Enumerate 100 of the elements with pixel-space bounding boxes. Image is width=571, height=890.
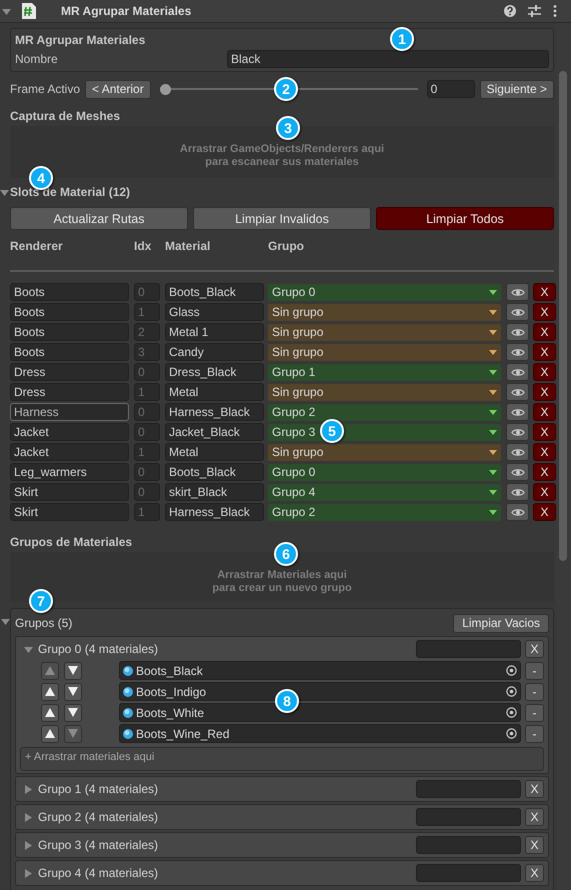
delete-group-button[interactable]: X <box>525 836 544 854</box>
material-field[interactable]: Metal 1 <box>165 323 264 341</box>
move-down-button[interactable] <box>64 682 82 700</box>
foldout-arrow-icon[interactable] <box>24 868 33 878</box>
visibility-button[interactable] <box>506 463 529 481</box>
foldout-arrow-icon[interactable] <box>2 6 11 16</box>
remove-button[interactable]: - <box>525 704 544 722</box>
visibility-button[interactable] <box>506 323 529 341</box>
material-field[interactable]: Boots_Black <box>165 283 264 301</box>
material-field[interactable]: Boots_Black <box>119 661 521 680</box>
foldout-arrow-icon[interactable] <box>24 644 33 654</box>
material-field[interactable]: Dress_Black <box>165 363 264 381</box>
delete-button[interactable]: X <box>533 483 556 501</box>
more-options-icon[interactable] <box>553 5 557 17</box>
remove-button[interactable]: - <box>525 682 544 700</box>
group-dropdown[interactable]: Grupo 1 <box>268 364 501 380</box>
material-field[interactable]: Boots_Black <box>165 463 264 481</box>
delete-button[interactable]: X <box>533 383 556 401</box>
renderer-field[interactable]: Skirt <box>10 483 129 501</box>
material-field[interactable]: skirt_Black <box>165 483 264 501</box>
delete-button[interactable]: X <box>533 323 556 341</box>
material-field[interactable]: Harness_Black <box>165 403 264 421</box>
foldout-arrow-icon[interactable] <box>0 188 9 196</box>
delete-button[interactable]: X <box>533 503 556 521</box>
slider-thumb[interactable] <box>160 84 171 94</box>
foldout-arrow-icon[interactable] <box>24 840 33 850</box>
group-dropdown[interactable]: Grupo 2 <box>268 504 501 520</box>
object-picker-icon[interactable] <box>506 728 517 739</box>
delete-group-button[interactable]: X <box>525 864 544 882</box>
previous-button[interactable]: < Anterior <box>85 80 151 98</box>
visibility-button[interactable] <box>506 383 529 401</box>
group-dropdown[interactable]: Sin grupo <box>268 344 501 360</box>
object-picker-icon[interactable] <box>506 665 517 676</box>
foldout-arrow-icon[interactable] <box>24 784 33 794</box>
delete-group-button[interactable]: X <box>525 640 544 658</box>
visibility-button[interactable] <box>506 403 529 421</box>
visibility-button[interactable] <box>506 343 529 361</box>
remove-button[interactable]: - <box>525 724 544 742</box>
delete-group-button[interactable]: X <box>525 780 544 798</box>
help-icon[interactable] <box>504 5 516 17</box>
renderer-field[interactable]: Harness <box>10 403 129 421</box>
group-name-field[interactable] <box>416 780 521 798</box>
renderer-field[interactable]: Jacket <box>10 443 129 461</box>
move-down-button[interactable] <box>64 662 82 680</box>
group-dropdown[interactable]: Grupo 0 <box>268 464 501 480</box>
object-picker-icon[interactable] <box>506 707 517 718</box>
action-button[interactable]: Actualizar Rutas <box>10 207 188 230</box>
delete-button[interactable]: X <box>533 303 556 321</box>
delete-group-button[interactable]: X <box>525 808 544 826</box>
visibility-button[interactable] <box>506 283 529 301</box>
name-field[interactable]: Black <box>227 50 549 68</box>
material-field[interactable]: Candy <box>165 343 264 361</box>
foldout-arrow-icon[interactable] <box>24 812 33 822</box>
material-field[interactable]: Metal <box>165 443 264 461</box>
settings-sliders-icon[interactable] <box>528 5 541 17</box>
delete-button[interactable]: X <box>533 403 556 421</box>
renderer-field[interactable]: Boots <box>10 283 129 301</box>
move-up-button[interactable] <box>41 704 59 722</box>
group-dropdown[interactable]: Sin grupo <box>268 384 501 400</box>
group-dropdown[interactable]: Grupo 0 <box>268 284 501 300</box>
delete-button[interactable]: X <box>533 463 556 481</box>
delete-button[interactable]: X <box>533 343 556 361</box>
material-field[interactable]: Harness_Black <box>165 503 264 521</box>
visibility-button[interactable] <box>506 423 529 441</box>
visibility-button[interactable] <box>506 303 529 321</box>
clean-empty-button[interactable]: Limpiar Vacios <box>453 614 549 632</box>
visibility-button[interactable] <box>506 503 529 521</box>
object-picker-icon[interactable] <box>506 686 517 697</box>
material-field[interactable]: Glass <box>165 303 264 321</box>
visibility-button[interactable] <box>506 443 529 461</box>
renderer-field[interactable]: Jacket <box>10 423 129 441</box>
group-dropdown[interactable]: Grupo 2 <box>268 404 501 420</box>
renderer-field[interactable]: Dress <box>10 383 129 401</box>
group-dropdown[interactable]: Sin grupo <box>268 324 501 340</box>
renderer-field[interactable]: Skirt <box>10 503 129 521</box>
delete-button[interactable]: X <box>533 363 556 381</box>
group-dropdown[interactable]: Sin grupo <box>268 444 501 460</box>
visibility-button[interactable] <box>506 483 529 501</box>
frame-field[interactable]: 0 <box>426 80 475 98</box>
next-button[interactable]: Siguiente > <box>480 80 554 98</box>
renderer-field[interactable]: Boots <box>10 323 129 341</box>
group-name-field[interactable] <box>416 864 521 882</box>
visibility-button[interactable] <box>506 363 529 381</box>
group-dropdown[interactable]: Grupo 4 <box>268 484 501 500</box>
drop-zone[interactable]: + Arrastrar materiales aqui <box>20 747 544 771</box>
renderer-field[interactable]: Boots <box>10 303 129 321</box>
group-dropdown[interactable]: Sin grupo <box>268 304 501 320</box>
renderer-field[interactable]: Leg_warmers <box>10 463 129 481</box>
foldout-arrow-icon[interactable] <box>1 617 10 626</box>
action-button[interactable]: Limpiar Invalidos <box>193 207 371 230</box>
delete-button[interactable]: X <box>533 443 556 461</box>
group-name-field[interactable] <box>416 836 521 854</box>
renderer-field[interactable]: Dress <box>10 363 129 381</box>
group-name-field[interactable] <box>416 808 521 826</box>
material-field[interactable]: Jacket_Black <box>165 423 264 441</box>
material-field[interactable]: Boots_Wine_Red <box>119 724 521 743</box>
delete-button[interactable]: X <box>533 283 556 301</box>
move-up-button[interactable] <box>41 724 59 742</box>
scrollbar-thumb[interactable] <box>559 71 567 561</box>
move-up-button[interactable] <box>41 682 59 700</box>
